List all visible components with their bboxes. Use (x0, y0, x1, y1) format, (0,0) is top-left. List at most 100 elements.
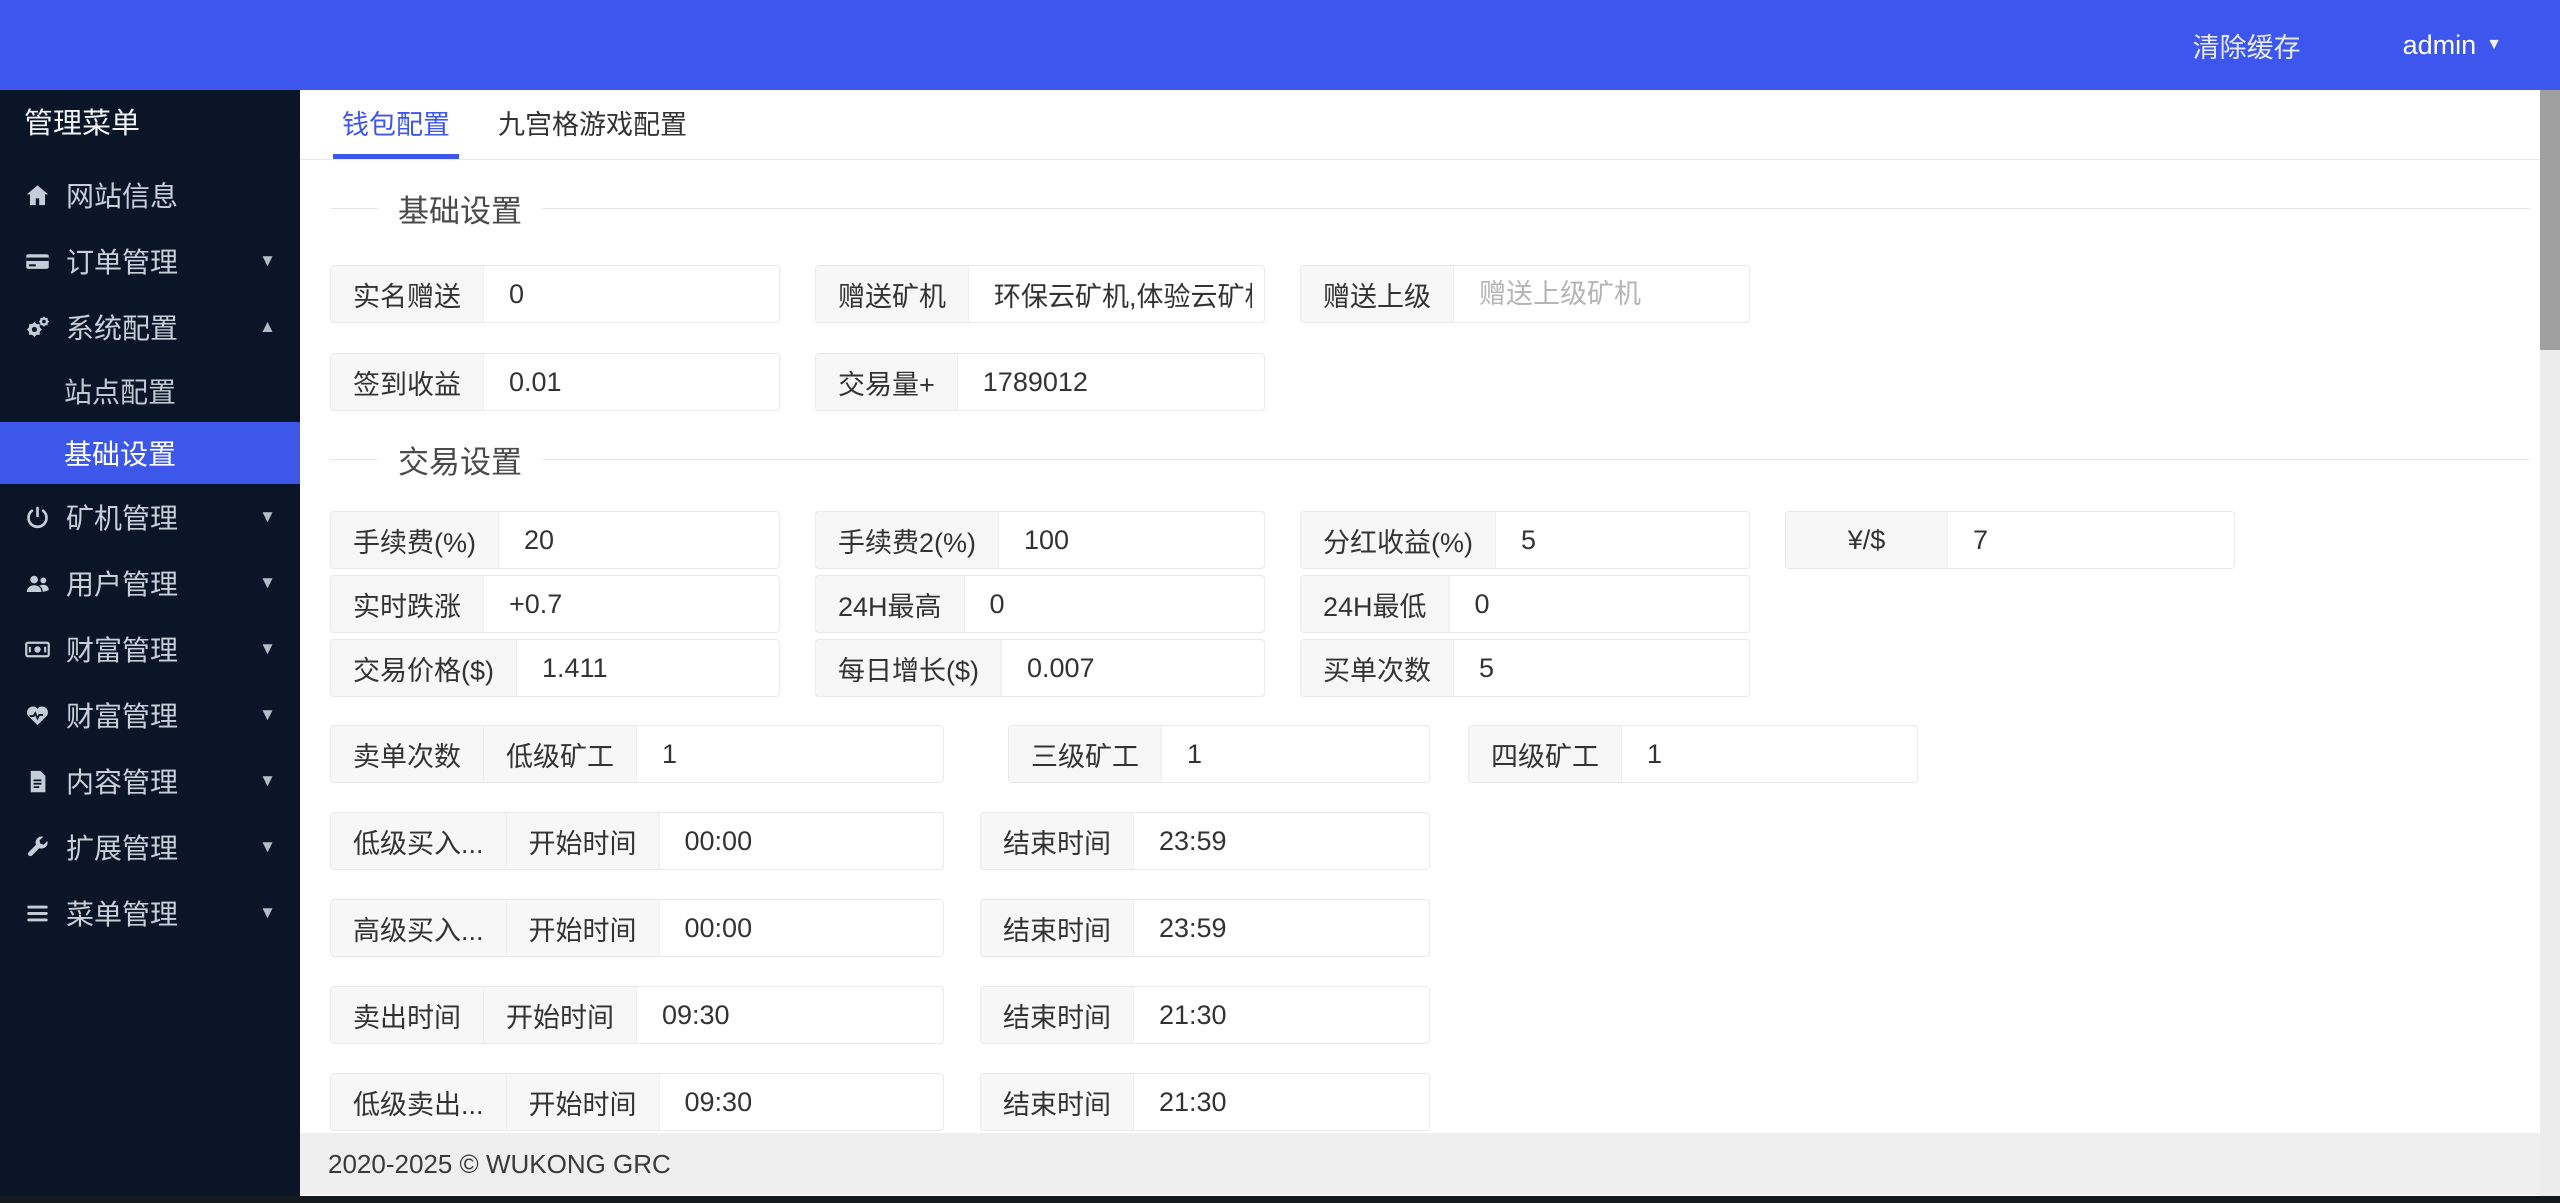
divider (542, 207, 2530, 209)
field-label: 交易量+ (816, 354, 958, 410)
field-label: 交易价格($) (331, 640, 517, 696)
sidebar-item-menu-management[interactable]: 菜单管理 ▼ (0, 880, 300, 946)
dividend-input[interactable] (1496, 512, 1749, 568)
field-label: 结束时间 (981, 900, 1134, 956)
field-dividend: 分红收益(%) (1300, 511, 1750, 569)
bars-icon (24, 900, 66, 927)
sidebar-item-wealth-management-heart[interactable]: 财富管理 ▼ (0, 682, 300, 748)
form-row: 交易价格($) 每日增长($) 买单次数 (330, 639, 2560, 697)
field-label: 开始时间 (506, 813, 660, 869)
sidebar-item-wealth-management-money[interactable]: 财富管理 ▼ (0, 616, 300, 682)
field-sell-end-time: 结束时间 (980, 986, 1430, 1044)
buy-count-input[interactable] (1454, 640, 1749, 696)
form-row-time: 高级买入... 开始时间 结束时间 (330, 899, 2560, 957)
field-realtime-change: 实时跌涨 (330, 575, 780, 633)
form-row-time: 卖出时间 开始时间 结束时间 (330, 986, 2560, 1044)
realtime-change-input[interactable] (484, 576, 779, 632)
low-miner-input[interactable] (637, 726, 943, 782)
chevron-down-icon: ▼ (259, 903, 276, 922)
low-buy-start-input[interactable] (659, 813, 943, 869)
low-sell-end-input[interactable] (1134, 1074, 1429, 1130)
sidebar-item-label: 订单管理 (66, 247, 179, 278)
low-sell-start-input[interactable] (659, 1074, 943, 1130)
24h-high-input[interactable] (964, 576, 1264, 632)
sidebar-item-system-config[interactable]: 系统配置 ▲ (0, 294, 300, 360)
field-label: 结束时间 (981, 1074, 1134, 1130)
gift-parent-input[interactable] (1454, 266, 1749, 322)
sidebar-item-miner-management[interactable]: 矿机管理 ▼ (0, 484, 300, 550)
24h-low-input[interactable] (1449, 576, 1749, 632)
daily-growth-input[interactable] (1002, 640, 1264, 696)
file-text-icon (24, 768, 66, 795)
sidebar-subitem-basic-settings[interactable]: 基础设置 (0, 422, 300, 484)
form-row-time: 低级卖出... 开始时间 结束时间 (330, 1073, 2560, 1131)
scrollbar-thumb[interactable] (2540, 90, 2560, 350)
main-content: 钱包配置 九宫格游戏配置 基础设置 实名赠送 赠送矿机 赠送上级 签到收益 交易… (300, 90, 2560, 1203)
divider (542, 458, 2530, 460)
sidebar-item-label: 扩展管理 (66, 833, 179, 864)
field-label: 买单次数 (1301, 640, 1454, 696)
signin-income-input[interactable] (484, 354, 779, 410)
tab-grid-game-config[interactable]: 九宫格游戏配置 (489, 90, 696, 159)
sidebar: 管理菜单 网站信息 订单管理 ▼ 系统配置 ▲ 站点配置 基础设置 矿机管理 ▼… (0, 90, 300, 1203)
field-24h-high: 24H最高 (815, 575, 1265, 633)
field-label: 高级买入... (331, 900, 507, 956)
gift-miner-input[interactable] (969, 266, 1264, 322)
high-buy-end-input[interactable] (1134, 900, 1429, 956)
heartbeat-icon (24, 702, 66, 729)
username-label: admin (2402, 29, 2477, 60)
field-realname-gift: 实名赠送 (330, 265, 780, 323)
trade-volume-input[interactable] (957, 354, 1264, 410)
tab-wallet-config[interactable]: 钱包配置 (333, 90, 459, 159)
sidebar-item-extension-management[interactable]: 扩展管理 ▼ (0, 814, 300, 880)
field-label: 开始时间 (506, 1074, 660, 1130)
sidebar-item-label: 系统配置 (66, 313, 179, 344)
sidebar-item-label: 内容管理 (66, 767, 179, 798)
field-label: 实名赠送 (331, 266, 484, 322)
field-label: 四级矿工 (1469, 726, 1622, 782)
chevron-down-icon: ▼ (259, 251, 276, 270)
page-scrollbar (2540, 90, 2560, 1203)
field-low-buy-end-time: 结束时间 (980, 812, 1430, 870)
field-label: 赠送上级 (1301, 266, 1454, 322)
divider (330, 207, 378, 209)
field-high-buy-end-time: 结束时间 (980, 899, 1430, 957)
form-row: 实名赠送 赠送矿机 赠送上级 (330, 265, 2560, 323)
sidebar-subitem-label: 站点配置 (64, 377, 177, 408)
trade-price-input[interactable] (517, 640, 779, 696)
sidebar-item-orders[interactable]: 订单管理 ▼ (0, 228, 300, 294)
top-header: 清除缓存 admin ▼ (0, 0, 2560, 90)
field-sell-count-low-miner: 卖单次数 低级矿工 (330, 725, 944, 783)
realname-gift-input[interactable] (484, 266, 779, 322)
chevron-down-icon: ▼ (259, 771, 276, 790)
chevron-down-icon: ▼ (259, 507, 276, 526)
sidebar-item-site-info[interactable]: 网站信息 (0, 162, 300, 228)
sidebar-item-user-management[interactable]: 用户管理 ▼ (0, 550, 300, 616)
third-miner-input[interactable] (1162, 726, 1429, 782)
fourth-miner-input[interactable] (1622, 726, 1917, 782)
fee-input[interactable] (499, 512, 779, 568)
form-row: 手续费(%) 手续费2(%) 分红收益(%) ¥/$ (330, 511, 2560, 569)
user-menu[interactable]: admin ▼ (2403, 30, 2502, 61)
form-row: 卖单次数 低级矿工 三级矿工 四级矿工 (330, 725, 2560, 783)
field-label: 分红收益(%) (1301, 512, 1496, 568)
chevron-down-icon: ▼ (259, 837, 276, 856)
field-trade-volume: 交易量+ (815, 353, 1265, 411)
high-buy-start-input[interactable] (659, 900, 943, 956)
sell-start-input[interactable] (637, 987, 943, 1043)
field-label: 实时跌涨 (331, 576, 484, 632)
clear-cache-button[interactable]: 清除缓存 (2187, 25, 2307, 66)
section-heading-trade: 交易设置 (330, 437, 2530, 481)
users-icon (24, 570, 66, 597)
field-high-buy-start-time: 高级买入... 开始时间 (330, 899, 944, 957)
chevron-down-icon: ▼ (259, 705, 276, 724)
cny-usd-input[interactable] (1948, 512, 2234, 568)
low-buy-end-input[interactable] (1134, 813, 1429, 869)
sell-end-input[interactable] (1134, 987, 1429, 1043)
divider (330, 458, 378, 460)
sidebar-item-content-management[interactable]: 内容管理 ▼ (0, 748, 300, 814)
fee2-input[interactable] (999, 512, 1264, 568)
field-fee2: 手续费2(%) (815, 511, 1265, 569)
sidebar-subitem-site-config[interactable]: 站点配置 (0, 360, 300, 422)
chevron-down-icon: ▼ (259, 573, 276, 592)
